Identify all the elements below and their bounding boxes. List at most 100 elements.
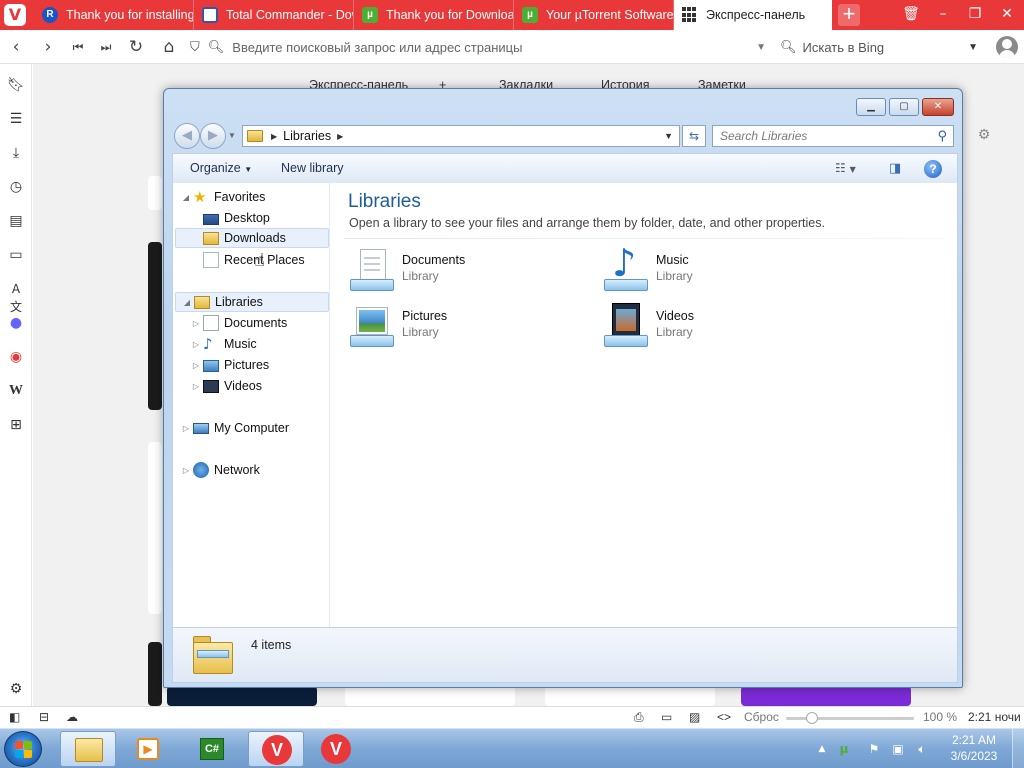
library-item-videos[interactable]: Videos Library <box>602 303 842 353</box>
zoom-slider[interactable] <box>786 712 914 724</box>
close-button[interactable]: ✕ <box>922 98 954 116</box>
maximize-button[interactable]: ▢ <box>889 98 919 116</box>
reload-icon[interactable]: ↻ <box>124 35 148 59</box>
organize-button[interactable]: Organize ▼ <box>190 161 252 175</box>
zoom-reset-button[interactable]: Сброс <box>744 710 779 724</box>
speed-dial-tile[interactable] <box>345 686 515 706</box>
disney-tile[interactable] <box>167 686 317 706</box>
library-item-documents[interactable]: Documents Library <box>348 247 588 297</box>
nav-videos[interactable]: ▷ Videos <box>191 376 262 396</box>
nav-favorites[interactable]: ◢ ★ Favorites <box>181 187 265 207</box>
nav-downloads[interactable]: Downloads <box>175 228 329 248</box>
search-engine-field[interactable]: 🔍︎ Искать в Bing ▼ <box>780 35 990 59</box>
window-panel-icon[interactable]: ▭ <box>7 246 25 264</box>
rewind-icon[interactable]: ⏮ <box>66 35 90 59</box>
vivaldi-icon[interactable]: ◉ <box>7 348 25 366</box>
refresh-icon[interactable]: ⇆ <box>682 125 706 147</box>
forward-icon[interactable]: › <box>36 35 60 59</box>
nav-music[interactable]: ▷ ♪ Music <box>191 334 257 354</box>
bookmark-icon[interactable]: 🔖︎ <box>7 76 25 94</box>
breadcrumb-libraries[interactable]: Libraries <box>283 129 331 143</box>
browser-tab-4[interactable]: µ Your µTorrent Software <box>514 0 674 30</box>
panel-toggle-icon[interactable]: ◧ <box>9 710 20 724</box>
nav-documents[interactable]: ▷ Documents <box>191 313 287 333</box>
collapse-triangle-icon[interactable]: ◢ <box>182 298 192 307</box>
history-icon[interactable]: ◷ <box>7 178 25 196</box>
camera-icon[interactable]: ⎙ <box>634 710 644 725</box>
volume-icon[interactable]: 🔈︎ <box>914 741 930 757</box>
speed-dial-tile[interactable] <box>741 686 911 706</box>
nav-libraries[interactable]: ◢ Libraries <box>175 292 329 312</box>
speed-dial-tile[interactable] <box>148 642 162 706</box>
speed-dial-tile[interactable] <box>148 242 162 410</box>
search-icon[interactable]: ⚲ <box>937 129 947 144</box>
breadcrumb-separator-icon[interactable]: ▶ <box>271 132 277 141</box>
browser-tab-5-active[interactable]: Экспресс-панель <box>674 0 832 30</box>
expand-triangle-icon[interactable]: ▷ <box>191 382 201 391</box>
address-dropdown-icon[interactable]: ▼ <box>664 131 673 141</box>
mastodon-icon[interactable]: ● <box>7 314 25 332</box>
browser-tab-3[interactable]: µ Thank you for Downloa <box>354 0 514 30</box>
search-libraries-field[interactable]: Search Libraries ⚲ <box>712 125 954 147</box>
restore-button[interactable]: ❐ <box>960 0 990 30</box>
translate-icon[interactable]: A文 <box>7 280 25 314</box>
breadcrumb-separator-icon[interactable]: ▶ <box>337 132 343 141</box>
action-center-flag-icon[interactable]: ⚑ <box>866 741 882 757</box>
taskbar-vivaldi-1[interactable]: V <box>248 731 304 767</box>
browser-tab-1[interactable]: R Thank you for installing <box>34 0 194 30</box>
expand-triangle-icon[interactable]: ▷ <box>181 424 191 433</box>
nav-my-computer[interactable]: ▷ My Computer <box>181 418 289 438</box>
profile-avatar[interactable] <box>996 36 1018 58</box>
chevron-down-icon[interactable]: ▼ <box>756 42 766 53</box>
library-item-pictures[interactable]: Pictures Library <box>348 303 588 353</box>
window-icon[interactable]: ▭ <box>661 710 672 724</box>
speed-dial-tile[interactable] <box>148 442 162 614</box>
taskbar-vivaldi-2[interactable]: V <box>308 731 364 767</box>
browser-tab-2[interactable]: Total Commander - Dow <box>194 0 354 30</box>
minimize-button[interactable]: – <box>928 0 958 30</box>
nav-desktop[interactable]: Desktop <box>201 208 270 228</box>
change-view-icon[interactable]: ☷ ▼ <box>835 161 856 175</box>
preview-pane-icon[interactable]: ◨ <box>889 161 901 176</box>
start-button[interactable] <box>4 731 42 767</box>
taskbar-clock[interactable]: 2:21 AM 3/6/2023 <box>944 732 1004 764</box>
tile-tabs-icon[interactable]: ⊟ <box>39 710 49 724</box>
vivaldi-menu-icon[interactable]: V <box>4 4 26 26</box>
taskbar-explorer[interactable] <box>60 731 116 767</box>
nav-network[interactable]: ▷ Network <box>181 460 260 480</box>
download-icon[interactable]: ⤓ <box>7 144 25 162</box>
address-field[interactable]: ▶ Libraries ▶ ▼ <box>242 125 680 147</box>
chevron-down-icon[interactable]: ▼ <box>968 42 978 53</box>
image-icon[interactable]: ▨ <box>689 710 700 724</box>
collapse-triangle-icon[interactable]: ◢ <box>181 193 191 202</box>
back-icon[interactable]: ‹ <box>4 35 28 59</box>
cloud-icon[interactable]: ☁ <box>66 710 78 724</box>
show-desktop-button[interactable] <box>1012 729 1024 768</box>
show-hidden-icons-icon[interactable]: ▲ <box>814 741 830 757</box>
speed-dial-tile[interactable] <box>148 176 162 210</box>
yahoo-tile[interactable] <box>545 686 715 706</box>
recent-pages-chevron-icon[interactable]: ▼ <box>228 131 236 140</box>
back-arrow-icon[interactable]: ◀ <box>174 123 200 149</box>
expand-triangle-icon[interactable]: ▷ <box>191 340 201 349</box>
new-library-button[interactable]: New library <box>281 161 344 175</box>
help-icon[interactable]: ? <box>924 160 942 178</box>
code-icon[interactable]: <> <box>717 710 731 724</box>
forward-arrow-icon[interactable]: ▶ <box>200 123 226 149</box>
zoom-slider-handle[interactable] <box>806 712 818 724</box>
expand-triangle-icon[interactable]: ▷ <box>191 319 201 328</box>
new-tab-button[interactable]: + <box>838 3 860 26</box>
home-icon[interactable]: ⌂ <box>157 35 181 59</box>
settings-gear-icon[interactable]: ⚙ <box>7 680 25 698</box>
utorrent-tray-icon[interactable]: µ <box>836 741 852 757</box>
nav-recent-places[interactable]: Recent Places <box>201 250 305 270</box>
library-item-music[interactable]: ♪ Music Library <box>602 243 842 297</box>
wikipedia-icon[interactable]: W <box>7 382 25 400</box>
notes-icon[interactable]: ▤ <box>7 212 25 230</box>
fast-forward-icon[interactable]: ⏭ <box>94 35 118 59</box>
close-button[interactable]: ✕ <box>992 0 1022 30</box>
add-panel-icon[interactable]: ⊞ <box>7 416 25 434</box>
expand-triangle-icon[interactable]: ▷ <box>191 361 201 370</box>
taskbar-csharp-app[interactable]: C# <box>184 731 240 767</box>
nav-pictures[interactable]: ▷ Pictures <box>191 355 269 375</box>
